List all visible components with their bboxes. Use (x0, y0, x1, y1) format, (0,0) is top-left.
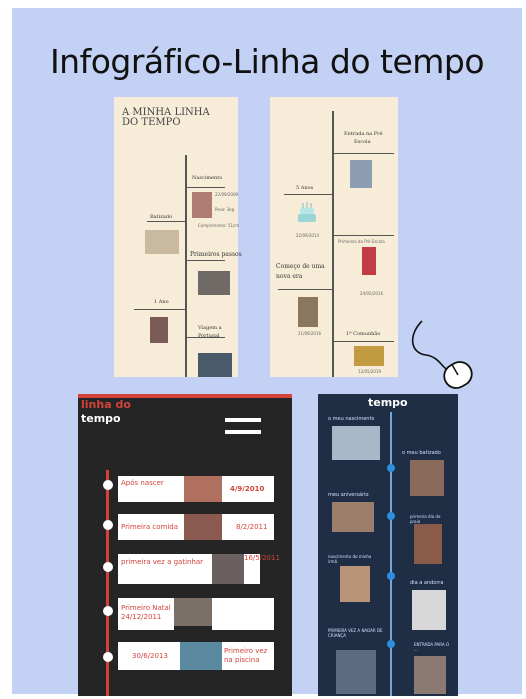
card1-photo-passos (198, 271, 230, 295)
card3-node (103, 652, 113, 662)
card4-photo-6 (412, 590, 446, 630)
card3-item-4-left: Primeiro Natal 24/12/2011 (118, 598, 174, 630)
card1-photo-nascimento (192, 192, 212, 218)
card3-heading-line1: linha do (81, 398, 131, 411)
timeline-card-3: linha do tempo Após nascer 4/9/2010 Prim… (78, 394, 292, 696)
card1-connector (187, 187, 225, 188)
card3-item-2-photo (184, 514, 222, 540)
computer-mouse-icon (411, 320, 473, 389)
card1-photo-um-ano (150, 317, 168, 343)
card4-label-8: ENTRADA PARA O ... (414, 642, 449, 652)
card4-label-5: nascimento do minha irmã (328, 554, 372, 564)
card1-connector-ano (134, 309, 185, 310)
card2-primeiros-pre: Primeiros da Pré Escola (338, 239, 385, 244)
card2-event-comunhao: 1ª Comunhão (346, 331, 381, 337)
card4-label-6: dia a andorra (410, 580, 444, 586)
card3-item-1-photo (184, 476, 222, 502)
card1-timeline-line (185, 155, 187, 377)
card2-comunhao-date: 12/05/2019 (358, 369, 382, 374)
card2-connector-comunhao (334, 341, 394, 342)
card1-connector-passos (187, 260, 225, 261)
card3-item-1-left: Após nascer (118, 476, 184, 502)
card2-entrada-line1: Entrada na Pré (344, 131, 383, 137)
card2-connector-5anos (284, 194, 332, 195)
card3-item-3-photo (212, 554, 244, 584)
card2-5anos-date: 22/09/2014 (296, 233, 320, 238)
card4-photo-1 (332, 426, 380, 460)
card2-comeco-line1: Começo de uma (276, 263, 325, 270)
card3-item-3-left: primeira vez a gatinhar (118, 554, 212, 584)
card3-heading-line2: tempo (81, 412, 121, 425)
card1-photo-batizado (145, 230, 179, 254)
card2-photo-comunhao (354, 346, 384, 366)
card4-photo-8 (414, 656, 446, 694)
hamburger-menu-icon[interactable] (225, 416, 261, 440)
card3-node (103, 480, 113, 490)
card2-connector-pre (334, 235, 394, 236)
card4-photo-2 (410, 460, 444, 496)
card2-connector-entrada (334, 153, 394, 154)
card4-node (387, 572, 395, 580)
card4-label-1: o meu nascimento (328, 416, 375, 422)
card1-connector-batizado (147, 221, 185, 222)
card2-event-5-anos: 5 Anos (296, 185, 314, 191)
card3-item-5-left: 30/6/2013 (118, 642, 180, 670)
birthday-cake-icon (298, 202, 316, 222)
card4-photo-4 (414, 524, 442, 564)
card1-event-um-ano: 1 Ano (154, 299, 169, 305)
card4-heading: tempo (368, 396, 408, 409)
card2-entrada-line2: Escola (354, 139, 371, 145)
card1-nascimento-length: Comprimento: 51cm (198, 223, 240, 228)
card1-photo-viagem (198, 353, 232, 377)
card3-item-3-right: 16/5/2011 (244, 554, 280, 584)
timeline-card-2: Entrada na Pré Escola 5 Anos 22/09/2014 … (270, 97, 398, 377)
card2-date-b: 24/05/2016 (360, 291, 384, 296)
card3-item-5-right: Primeiro vez na piscina (222, 642, 274, 670)
card3-node (103, 606, 113, 616)
card2-connector-comeco (278, 289, 332, 290)
card4-label-4: primeiro dia de praia (410, 514, 441, 524)
card2-comeco-date: 21/09/2016 (298, 331, 322, 336)
card4-photo-7 (336, 650, 376, 694)
card2-comeco-line2: nova era (276, 273, 303, 280)
card3-node (103, 520, 113, 530)
card3-item-4-right (212, 598, 274, 630)
card4-label-2: o meu batizado (402, 450, 441, 456)
card1-nascimento-weight: Peso: 3kg (215, 207, 235, 212)
card4-photo-5 (340, 566, 370, 602)
card2-photo-entrada (350, 160, 372, 188)
infographic-title: Infográfico-Linha do tempo (49, 42, 485, 81)
card2-photo-comeco (298, 297, 318, 327)
card4-photo-3 (332, 502, 374, 532)
card3-node (103, 562, 113, 572)
card4-label-7: PRIMEIRA VEZ A NADAR DE CRIANÇA (328, 628, 383, 638)
card1-event-viagem-line1: Viagem a (198, 325, 222, 331)
timeline-card-4: tempo o meu nascimento o meu batizado me… (318, 394, 458, 696)
card1-nascimento-date: 22/09/2009 (215, 192, 239, 197)
card2-timeline-line (332, 111, 334, 377)
card1-event-viagem-line2: Portugal (198, 333, 220, 339)
card1-event-primeiros-passos: Primeiros passos (190, 251, 242, 258)
page: Infográfico-Linha do tempo A MINHA LINHA… (0, 0, 526, 699)
card1-heading-line2: DO TEMPO (122, 117, 181, 128)
card3-item-2-left: Primeira comida (118, 514, 184, 540)
card3-timeline-line (106, 470, 109, 696)
card4-node (387, 640, 395, 648)
card1-event-nascimento: Nascimento (192, 175, 223, 181)
card4-label-3: meu aniversário (328, 492, 369, 498)
timeline-card-1: A MINHA LINHA DO TEMPO Nascimento 22/09/… (114, 97, 242, 377)
card4-node (387, 464, 395, 472)
card1-event-batizado: Batizado (150, 214, 173, 220)
card3-item-2-right: 8/2/2011 (222, 514, 274, 540)
card3-item-4-photo (174, 598, 212, 626)
infographic-canvas: Infográfico-Linha do tempo A MINHA LINHA… (12, 8, 522, 696)
card4-timeline-line (390, 412, 392, 696)
card2-photo-pre (362, 247, 376, 275)
card3-item-5-photo (180, 642, 222, 670)
card3-item-1-right: 4/9/2010 (222, 476, 274, 502)
card4-node (387, 512, 395, 520)
